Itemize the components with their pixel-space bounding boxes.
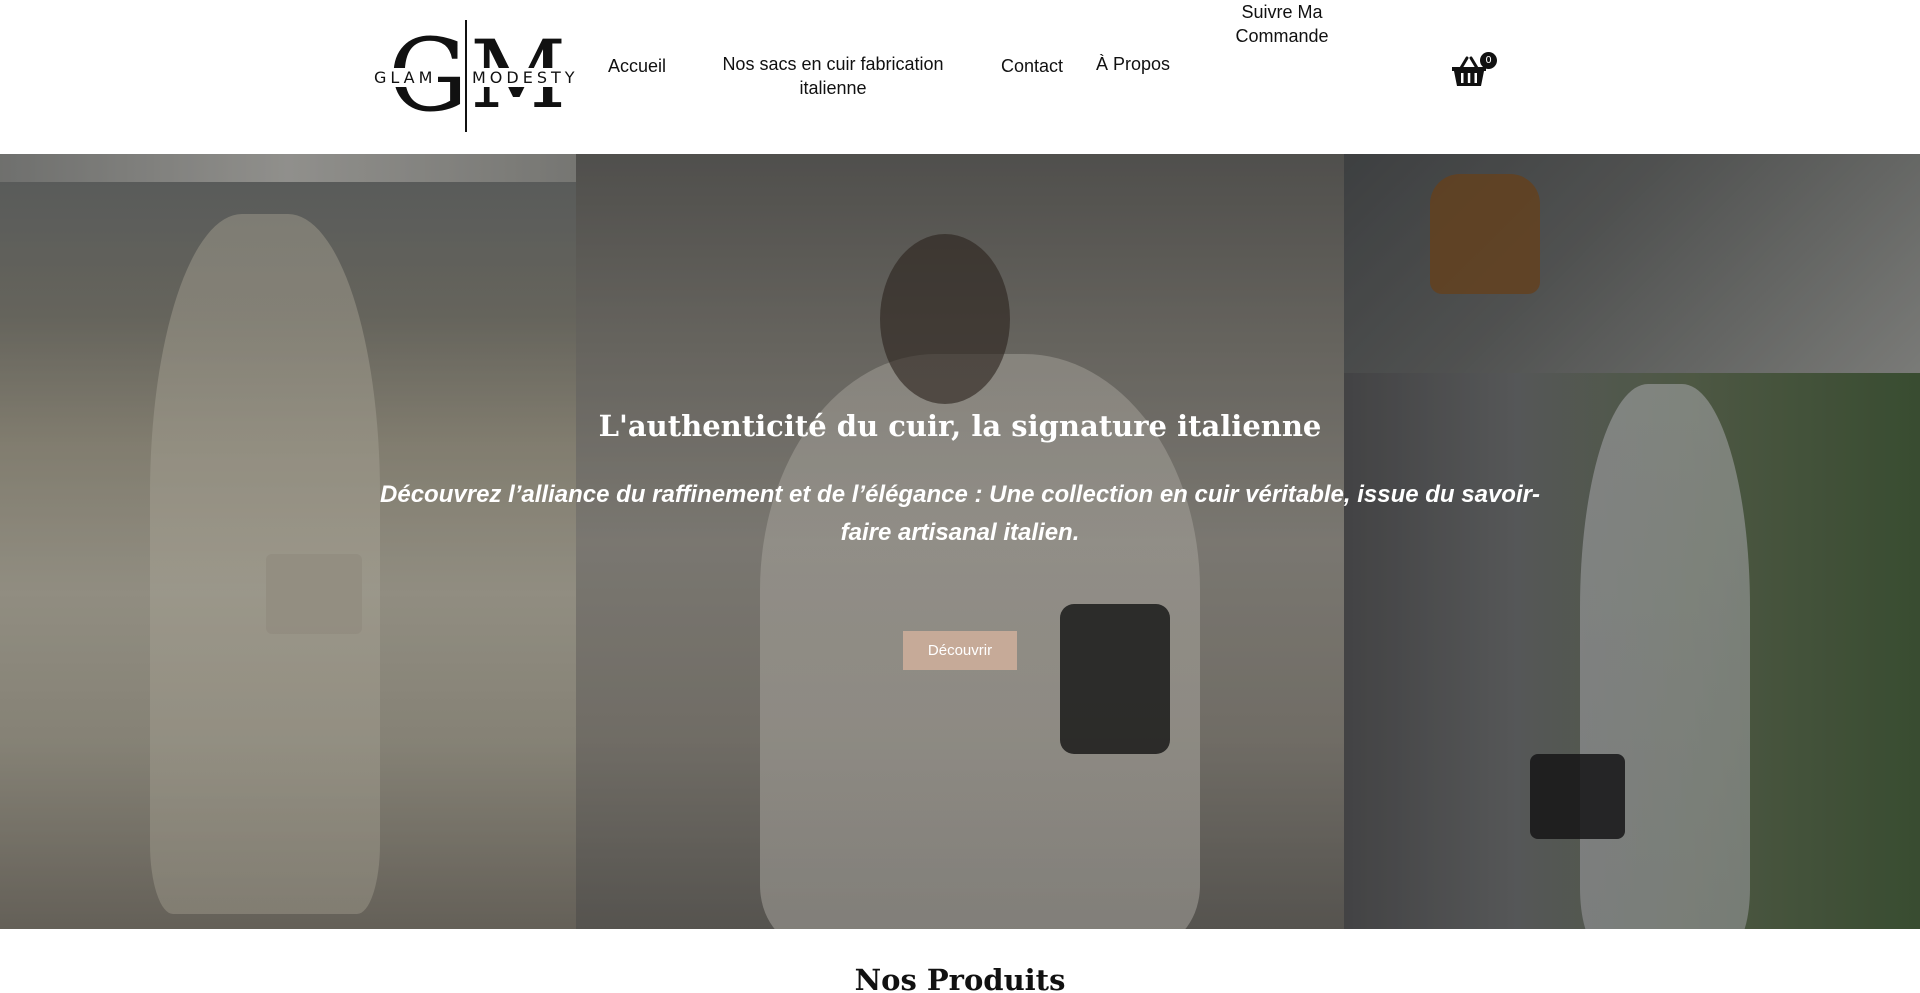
nav-link-a-propos[interactable]: À Propos xyxy=(1093,52,1173,76)
logo-divider xyxy=(465,20,467,132)
cart-count-badge: 0 xyxy=(1480,52,1497,69)
site-header: G M GLAM MODESTY Accueil Nos sacs en cui… xyxy=(0,0,1920,154)
products-section-title: Nos Produits xyxy=(854,963,1066,993)
nav-link-nos-sacs[interactable]: Nos sacs en cuir fabrication italienne xyxy=(712,52,954,100)
hero-banner: L'authenticité du cuir, la signature ita… xyxy=(0,154,1920,929)
logo-word-glam: GLAM xyxy=(372,68,439,87)
hero-subtitle: Découvrez l’alliance du raffinement et d… xyxy=(380,481,1540,546)
nav-link-contact[interactable]: Contact xyxy=(994,54,1070,78)
discover-button[interactable]: Découvrir xyxy=(903,631,1017,670)
cart-button[interactable]: 0 xyxy=(1451,52,1497,94)
hero-title: L'authenticité du cuir, la signature ita… xyxy=(598,409,1322,443)
nav-link-suivre-commande[interactable]: Suivre Ma Commande xyxy=(1212,0,1352,48)
nav-link-accueil[interactable]: Accueil xyxy=(597,54,677,78)
brand-logo[interactable]: G M GLAM MODESTY xyxy=(368,18,581,136)
logo-word-modesty: MODESTY xyxy=(470,68,581,87)
